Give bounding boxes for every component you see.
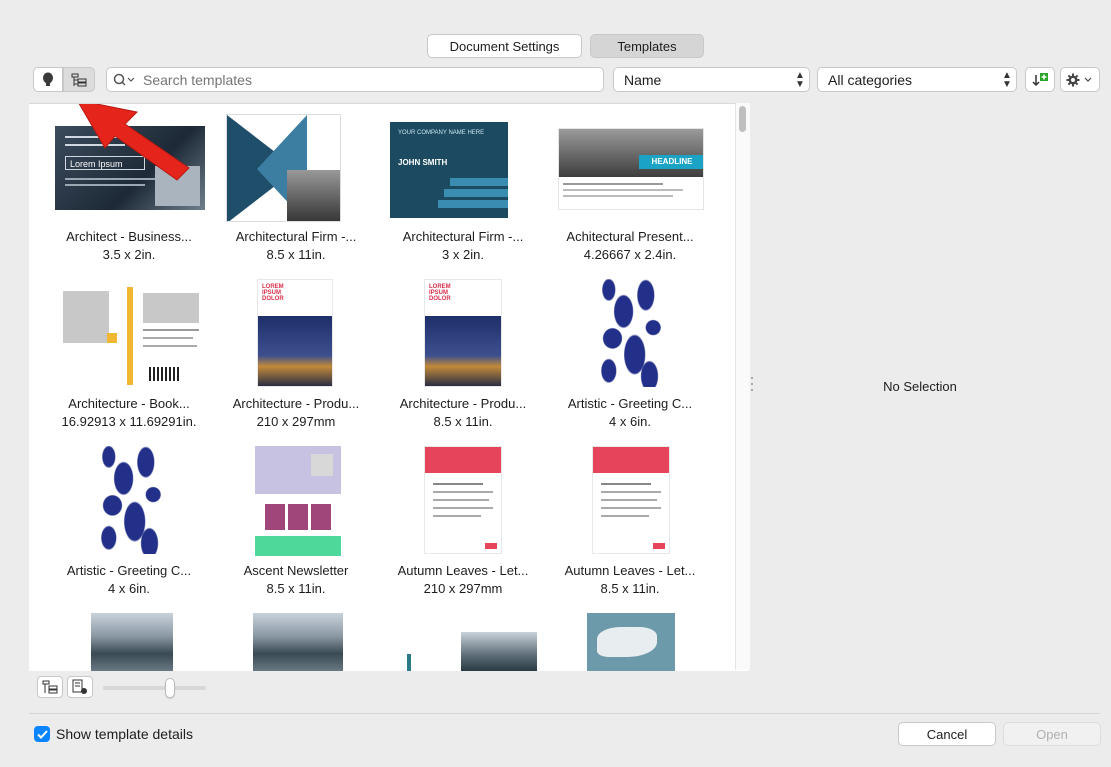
folder-tree-icon <box>71 73 87 86</box>
scrollbar-thumb[interactable] <box>739 106 746 132</box>
template-thumbnail[interactable] <box>57 287 207 385</box>
template-name: Architecture - Produ... <box>232 396 360 411</box>
template-size: 4.26667 x 2.4in. <box>583 247 677 262</box>
template-size: 16.92913 x 11.69291in. <box>61 414 197 429</box>
template-name: Artistic - Greeting C... <box>567 396 693 411</box>
template-size: 8.5 x 11in. <box>266 581 326 596</box>
template-name: Architectural Firm -... <box>235 229 357 244</box>
template-name: Ascent Newsletter <box>243 563 349 578</box>
lightbulb-button[interactable] <box>33 67 63 92</box>
template-thumbnail[interactable] <box>587 613 675 671</box>
template-size: 3.5 x 2in. <box>102 247 156 262</box>
template-size: 4 x 6in. <box>609 414 651 429</box>
search-icon <box>113 73 135 86</box>
template-thumbnail[interactable]: YOUR COMPANY NAME HERE JOHN SMITH <box>390 122 508 218</box>
import-template-button[interactable] <box>1025 67 1055 92</box>
tab-templates[interactable]: Templates <box>590 34 704 58</box>
template-thumbnail[interactable] <box>253 613 343 671</box>
footer-divider <box>29 713 1100 714</box>
template-thumbnail[interactable] <box>91 613 173 671</box>
tab-document-settings[interactable]: Document Settings <box>427 34 582 58</box>
zoom-slider-thumb[interactable] <box>164 678 175 698</box>
template-size: 210 x 297mm <box>256 414 336 429</box>
category-select-value: All categories <box>828 71 913 88</box>
gear-icon <box>1066 73 1092 86</box>
template-grid[interactable]: Lorem Ipsum YOUR COMPANY NAME HERE JOHN … <box>29 103 749 671</box>
splitter-handle[interactable] <box>750 374 754 398</box>
updown-chevron-icon: ▲ ▼ <box>795 69 805 90</box>
template-thumbnail[interactable] <box>226 114 341 222</box>
folder-tree-button[interactable] <box>63 67 95 92</box>
template-size: 3 x 2in. <box>442 247 484 262</box>
zoom-slider-track[interactable] <box>103 686 206 690</box>
tab-templates-label: Templates <box>617 38 677 54</box>
updown-chevron-icon: ▲ ▼ <box>1002 69 1012 90</box>
template-thumbnail[interactable] <box>255 446 341 556</box>
template-thumbnail[interactable]: HEADLINE <box>558 128 704 210</box>
template-size: 210 x 297mm <box>423 581 503 596</box>
search-field[interactable] <box>106 67 604 92</box>
template-name: Architecture - Produ... <box>399 396 527 411</box>
sort-select-value: Name <box>624 71 662 88</box>
thumbnail-text: LOREM IPSUM DOLOR <box>262 284 284 302</box>
template-name: Architecture - Book... <box>68 396 190 411</box>
template-name: Architect - Business... <box>66 229 192 244</box>
thumbnail-text: JOHN SMITH <box>398 158 448 167</box>
folder-tree-icon <box>42 680 58 694</box>
template-name: Artistic - Greeting C... <box>66 563 192 578</box>
thumbnail-text: YOUR COMPANY NAME HERE <box>398 130 485 136</box>
template-thumbnail[interactable] <box>592 446 670 554</box>
no-selection-label: No Selection <box>883 379 957 394</box>
grid-scrollbar[interactable] <box>735 103 750 670</box>
template-name: Autumn Leaves - Let... <box>397 563 529 578</box>
lightbulb-icon <box>43 72 53 86</box>
browse-folder-button[interactable] <box>37 676 63 698</box>
show-details-label: Show template details <box>56 726 193 742</box>
template-thumbnail[interactable]: LOREM IPSUM DOLOR <box>257 279 333 387</box>
template-thumbnail[interactable]: LOREM IPSUM DOLOR <box>424 279 502 387</box>
open-button[interactable]: Open <box>1003 722 1101 746</box>
cancel-button-label: Cancel <box>926 726 968 742</box>
template-name: Autumn Leaves - Let... <box>564 563 696 578</box>
open-button-label: Open <box>1036 726 1068 742</box>
template-name: Architectural Firm -... <box>402 229 524 244</box>
tab-document-settings-label: Document Settings <box>449 38 560 54</box>
template-settings-button[interactable] <box>67 676 93 698</box>
drag-dots-icon <box>751 377 753 391</box>
template-name: Achitectural Present... <box>566 229 694 244</box>
import-add-icon <box>1032 72 1048 86</box>
checkmark-icon <box>36 729 48 739</box>
settings-menu-button[interactable] <box>1060 67 1100 92</box>
show-details-checkbox[interactable] <box>34 726 50 742</box>
sort-select[interactable]: Name ▲ ▼ <box>613 67 810 92</box>
template-thumbnail[interactable] <box>594 279 668 387</box>
template-size: 4 x 6in. <box>108 581 150 596</box>
thumbnail-text: HEADLINE <box>639 155 703 169</box>
search-input[interactable] <box>141 70 603 89</box>
cancel-button[interactable]: Cancel <box>898 722 996 746</box>
template-thumbnail[interactable] <box>387 632 537 671</box>
thumbnail-text: LOREM IPSUM DOLOR <box>429 284 451 302</box>
document-gear-icon <box>72 679 87 694</box>
template-size: 8.5 x 11in. <box>266 247 326 262</box>
category-select[interactable]: All categories ▲ ▼ <box>817 67 1017 92</box>
template-thumbnail[interactable] <box>94 446 168 554</box>
template-detail-panel: No Selection <box>755 103 1085 670</box>
template-size: 8.5 x 11in. <box>600 581 660 596</box>
template-size: 8.5 x 11in. <box>433 414 493 429</box>
annotation-arrow <box>78 104 190 181</box>
template-thumbnail[interactable] <box>424 446 502 554</box>
